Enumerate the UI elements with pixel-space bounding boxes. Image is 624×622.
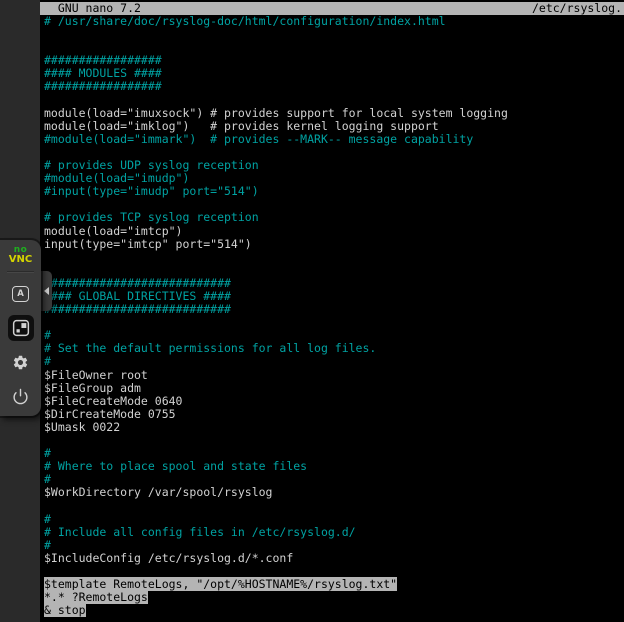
control-bar-handle[interactable] xyxy=(41,271,52,311)
nano-filename-label: /etc/rsyslog. xyxy=(532,2,622,15)
editor-line: input(type="imtcp" port="514") xyxy=(44,238,624,251)
terminal[interactable]: GNU nano 7.2 /etc/rsyslog. # /usr/share/… xyxy=(40,0,624,622)
power-button[interactable] xyxy=(8,383,34,409)
editor-line: #module(load="immark") # provides --MARK… xyxy=(44,133,624,146)
editor-line xyxy=(44,316,624,329)
collapse-left-arrow-icon xyxy=(44,287,49,295)
gear-icon xyxy=(12,354,29,371)
fullscreen-button[interactable] xyxy=(8,315,34,341)
novnc-logo: no VNC xyxy=(0,240,41,264)
editor-line: $Umask 0022 xyxy=(44,421,624,434)
editor-line: $DirCreateMode 0755 xyxy=(44,408,624,421)
panel-divider xyxy=(7,271,34,273)
editor-line: ################# xyxy=(44,80,624,93)
editor-line xyxy=(44,28,624,41)
editor-line xyxy=(44,251,624,264)
sidebar-strip: no VNC A xyxy=(0,0,40,622)
power-icon xyxy=(12,388,29,405)
editor-line: # /usr/share/doc/rsyslog-doc/html/config… xyxy=(44,15,624,28)
screen: no VNC A xyxy=(0,0,624,622)
editor-line: $IncludeConfig /etc/rsyslog.d/*.conf xyxy=(44,552,624,565)
editor-line xyxy=(44,499,624,512)
fullscreen-icon xyxy=(12,319,30,337)
editor-line: #input(type="imudp" port="514") xyxy=(44,185,624,198)
editor-line: *.* ?RemoteLogs xyxy=(44,591,624,604)
editor-line: # Set the default permissions for all lo… xyxy=(44,342,624,355)
editor-line: # Include all config files in /etc/rsysl… xyxy=(44,526,624,539)
editor-line: $WorkDirectory /var/spool/rsyslog xyxy=(44,486,624,499)
novnc-control-bar: no VNC A xyxy=(0,240,41,416)
editor-line: # Where to place spool and state files xyxy=(44,460,624,473)
editor-line: & stop xyxy=(44,604,624,617)
editor-line xyxy=(44,434,624,447)
novnc-logo-vnc: VNC xyxy=(0,255,41,264)
editor-line: ########################### xyxy=(44,303,624,316)
keyboard-a-icon: A xyxy=(12,286,29,302)
editor-content: # /usr/share/doc/rsyslog-doc/html/config… xyxy=(40,15,624,617)
settings-button[interactable] xyxy=(8,349,34,375)
keyboard-button[interactable]: A xyxy=(8,281,34,307)
